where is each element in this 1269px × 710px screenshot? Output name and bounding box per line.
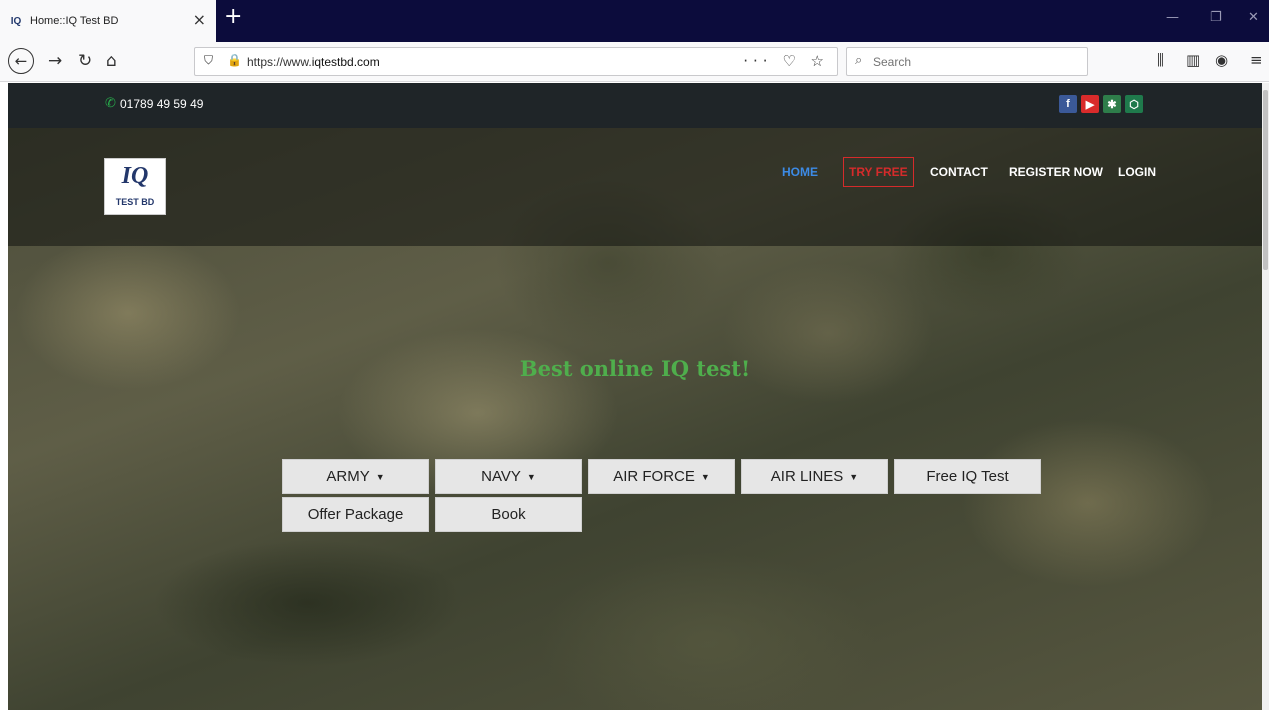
nav-login[interactable]: LOGIN — [1118, 164, 1156, 180]
site-header: IQ TEST BD HOME TRY FREE CONTACT REGISTE… — [8, 128, 1262, 246]
nav-register-now[interactable]: REGISTER NOW — [1009, 164, 1103, 180]
category-army-button[interactable]: ARMY ▼ — [282, 459, 429, 494]
library-icon[interactable]: ⫼ — [1157, 51, 1164, 69]
category-navy-button[interactable]: NAVY ▼ — [435, 459, 582, 494]
category-label: Free IQ Test — [926, 468, 1009, 485]
minimize-icon[interactable]: — — [1166, 10, 1179, 25]
browser-tab[interactable]: IQ Home::IQ Test BD × — [0, 0, 216, 42]
site-favicon-icon: IQ — [10, 15, 22, 27]
category-label: AIR LINES — [770, 468, 844, 485]
close-tab-icon[interactable]: × — [193, 12, 206, 28]
nav-try-free[interactable]: TRY FREE — [843, 157, 914, 187]
badge-icon[interactable]: ⬡ — [1125, 95, 1143, 113]
url-host: iqtestbd.com — [311, 55, 380, 69]
caret-down-icon: ▼ — [375, 471, 385, 482]
caret-down-icon: ▼ — [700, 471, 710, 482]
category-air-force-button[interactable]: AIR FORCE ▼ — [588, 459, 735, 494]
logo-text: TEST BD — [115, 197, 155, 207]
nav-contact[interactable]: CONTACT — [930, 164, 988, 180]
logo-mark: IQ — [121, 163, 149, 189]
phone-number[interactable]: 01789 49 59 49 — [120, 97, 203, 111]
tab-title: Home::IQ Test BD — [30, 15, 119, 27]
url-prefix: https://www. — [247, 55, 312, 69]
menu-icon[interactable]: ≡ — [1250, 51, 1263, 69]
category-label: Book — [491, 506, 526, 523]
book-button[interactable]: Book — [435, 497, 582, 532]
new-tab-button[interactable]: + — [224, 6, 242, 28]
offer-package-button[interactable]: Offer Package — [282, 497, 429, 532]
category-air-lines-button[interactable]: AIR LINES ▼ — [741, 459, 888, 494]
reload-icon[interactable]: ↻ — [78, 50, 92, 72]
sidebar-icon[interactable]: ▥ — [1186, 51, 1200, 69]
category-label: AIR FORCE — [613, 468, 695, 485]
scrollbar-thumb[interactable] — [1263, 90, 1268, 270]
back-icon[interactable]: ← — [8, 48, 34, 74]
search-placeholder: Search — [873, 55, 912, 69]
hero-title: Best online IQ test! — [519, 356, 751, 381]
search-icon: ⌕ — [855, 53, 863, 68]
caret-down-icon: ▼ — [849, 471, 859, 482]
browser-tab-bar: IQ Home::IQ Test BD × + — ❐ ✕ — [0, 0, 1269, 42]
browser-nav-bar: ← → ↻ ⌂ ⛉ 🔒 https://www.iqtestbd.com ···… — [0, 42, 1269, 82]
forward-icon[interactable]: → — [48, 50, 62, 72]
home-icon[interactable]: ⌂ — [106, 50, 117, 72]
caret-down-icon: ▼ — [526, 471, 536, 482]
web-page: ✆ 01789 49 59 49 f ▶ ✱ ⬡ IQ TEST BD HOME… — [8, 83, 1262, 710]
emblem-icon[interactable]: ✱ — [1103, 95, 1121, 113]
url-text[interactable]: https://www.iqtestbd.com — [247, 55, 380, 69]
close-window-icon[interactable]: ✕ — [1248, 10, 1259, 25]
youtube-icon[interactable]: ▶ — [1081, 95, 1099, 113]
url-bar[interactable]: ⛉ 🔒 https://www.iqtestbd.com ··· ♡ ☆ — [194, 47, 838, 76]
free-iq-test-button[interactable]: Free IQ Test — [894, 459, 1041, 494]
tracking-shield-icon[interactable]: ⛉ — [204, 53, 213, 68]
category-label: ARMY — [326, 468, 370, 485]
contact-strip: ✆ 01789 49 59 49 f ▶ ✱ ⬡ — [8, 83, 1262, 128]
site-logo[interactable]: IQ TEST BD — [104, 158, 166, 215]
lock-icon[interactable]: 🔒 — [227, 53, 242, 67]
category-label: NAVY — [481, 468, 521, 485]
restore-icon[interactable]: ❐ — [1210, 10, 1222, 25]
search-bar[interactable]: ⌕ Search — [846, 47, 1088, 76]
nav-home[interactable]: HOME — [782, 164, 818, 180]
category-label: Offer Package — [307, 506, 404, 523]
facebook-icon[interactable]: f — [1059, 95, 1077, 113]
page-actions-icons[interactable]: ··· ♡ ☆ — [743, 52, 829, 70]
account-icon[interactable]: ◉ — [1215, 51, 1228, 69]
phone-icon: ✆ — [105, 96, 116, 111]
